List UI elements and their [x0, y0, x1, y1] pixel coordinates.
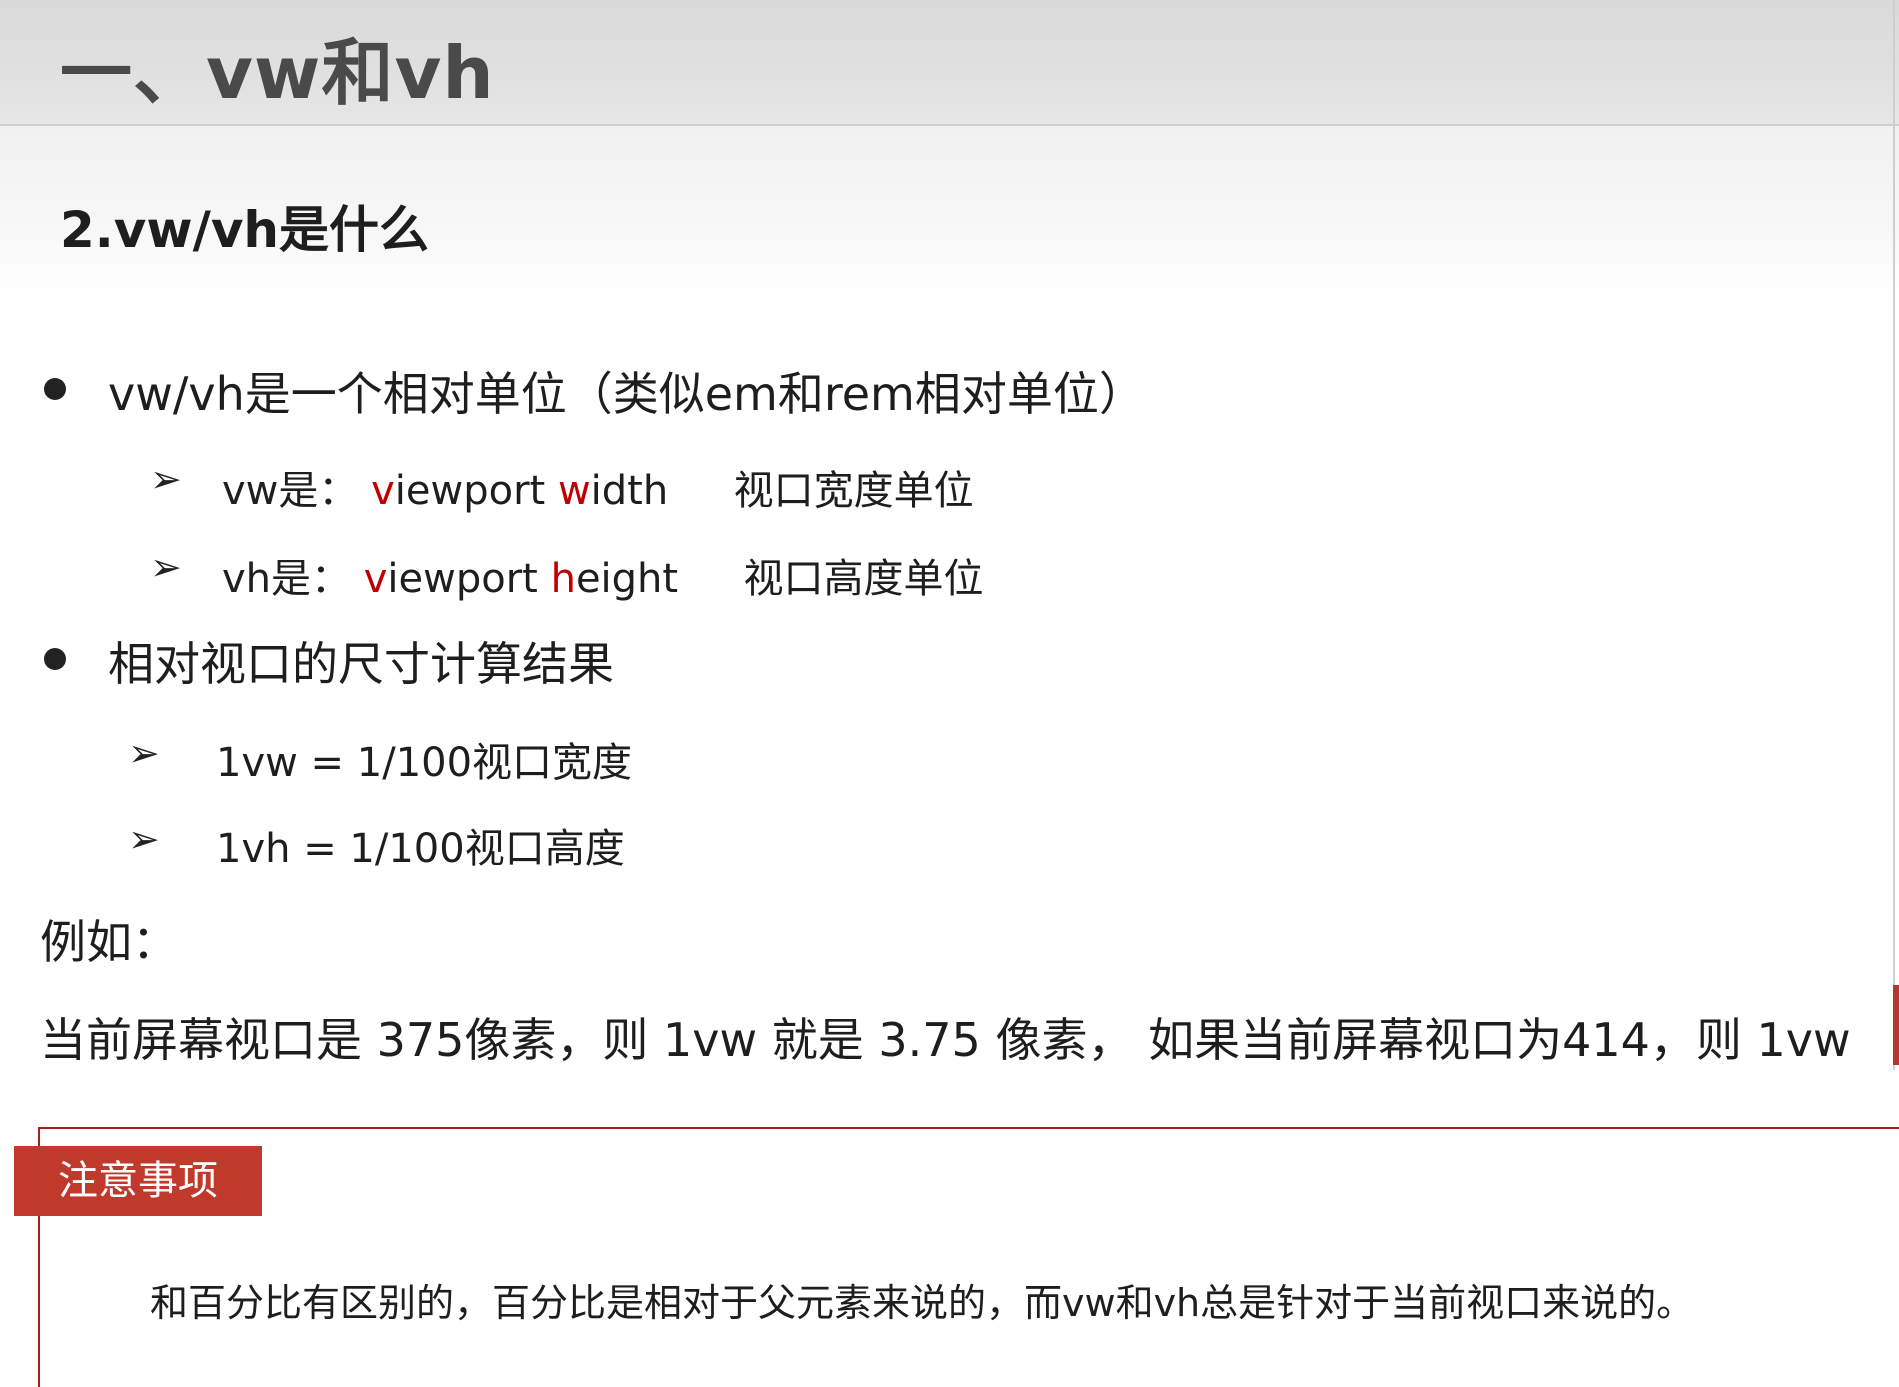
vw-initial-v: v: [371, 468, 395, 514]
note-tag: 注意事项: [14, 1146, 262, 1216]
note-text: 和百分比有区别的，百分比是相对于父元素来说的，而vw和vh总是针对于当前视口来说…: [150, 1281, 1695, 1325]
note-box: [38, 1127, 1899, 1387]
arrow-bullet-icon: ➢: [128, 817, 160, 861]
vw-label: vw是：: [222, 468, 359, 514]
vw-term-rest-b: idth: [590, 468, 669, 514]
arrow-bullet-icon: ➢: [150, 545, 182, 589]
page-title: 一、vw和vh: [60, 31, 495, 115]
arrow-bullet-icon: ➢: [150, 457, 182, 501]
section-subtitle: 2.vw/vh是什么: [60, 201, 430, 259]
vh-formula: 1vh = 1/100视口高度: [216, 826, 625, 872]
vw-description: 视口宽度单位: [733, 468, 974, 514]
vh-term-rest-b: eight: [575, 556, 679, 602]
bullet-1-text: vw/vh是一个相对单位（类似em和rem相对单位）: [108, 367, 1145, 421]
vh-initial-h: h: [550, 556, 576, 602]
vw-definition: vw是： viewport width 视口宽度单位: [222, 458, 974, 516]
bullet-dot-icon: [44, 378, 66, 400]
right-divider: [1893, 0, 1895, 1070]
vw-initial-w: w: [557, 468, 591, 514]
vw-formula: 1vw = 1/100视口宽度: [216, 740, 633, 786]
vh-description: 视口高度单位: [743, 556, 984, 602]
example-text: 当前屏幕视口是 375像素，则 1vw 就是 3.75 像素， 如果当前屏幕视口…: [40, 1013, 1851, 1067]
vh-definition: vh是： viewport height 视口高度单位: [222, 546, 984, 604]
edge-accent-mark: [1893, 985, 1899, 1065]
bullet-dot-icon: [44, 648, 66, 670]
vh-term-rest-a: iewport: [387, 556, 551, 602]
slide: 一、vw和vh 2.vw/vh是什么 vw/vh是一个相对单位（类似em和rem…: [0, 0, 1899, 1387]
vh-label: vh是：: [222, 556, 352, 602]
bullet-2-text: 相对视口的尺寸计算结果: [108, 637, 614, 691]
arrow-bullet-icon: ➢: [128, 731, 160, 775]
vh-initial-v: v: [363, 556, 388, 602]
example-label: 例如：: [40, 915, 178, 969]
vw-term-rest-a: iewport: [394, 468, 558, 514]
